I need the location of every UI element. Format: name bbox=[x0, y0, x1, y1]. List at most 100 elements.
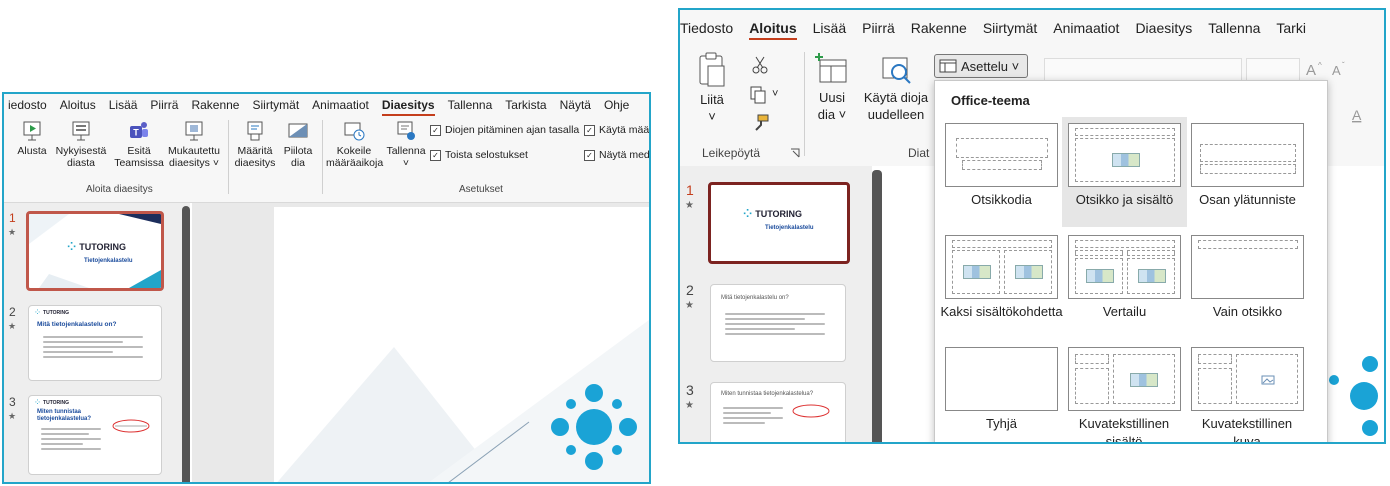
tab-siirtymat[interactable]: Siirtymät bbox=[252, 98, 299, 112]
tab-aloitus[interactable]: Aloitus bbox=[60, 98, 96, 112]
font-color-icon[interactable]: A bbox=[1348, 104, 1372, 128]
tab-piirra[interactable]: Piirrä bbox=[862, 20, 895, 36]
tab-aloitus[interactable]: Aloitus bbox=[749, 20, 798, 40]
present-teams-label-1: Esitä bbox=[127, 145, 151, 157]
from-beginning-button[interactable]: Alusta bbox=[12, 120, 52, 157]
format-painter-icon[interactable] bbox=[752, 114, 770, 132]
tab-rakenne[interactable]: Rakenne bbox=[191, 98, 239, 112]
slide-thumbnail-1[interactable]: ⁘ TUTORING Tietojenkalastelu bbox=[708, 182, 850, 264]
play-narrations-label: Toista selostukset bbox=[445, 149, 528, 161]
reuse-slides-button[interactable]: Käytä dioja uudelleen bbox=[858, 52, 934, 123]
tab-piirra[interactable]: Piirrä bbox=[150, 98, 178, 112]
layout-section-header[interactable]: Osan ylätunniste bbox=[1185, 117, 1310, 227]
slide-thumbnail-3[interactable]: ⁘ TUTORING Miten tunnistaa tietojenkalast… bbox=[28, 395, 162, 475]
slide-thumbnail-2[interactable]: Mitä tietojenkalastelu on? bbox=[710, 284, 846, 362]
layout-comparison[interactable]: Vertailu bbox=[1062, 229, 1187, 339]
tab-diaesitys[interactable]: Diaesitys bbox=[1135, 20, 1192, 36]
thumbnail-scrollbar[interactable] bbox=[182, 206, 190, 482]
slide-editing-area bbox=[192, 203, 649, 482]
layout-two-content[interactable]: Kaksi sisältökohdetta bbox=[939, 229, 1064, 339]
content-placeholder bbox=[1127, 258, 1175, 294]
paste-button[interactable]: Liitä ˅ bbox=[692, 52, 732, 125]
from-current-slide-button[interactable]: Nykyisestä diasta bbox=[54, 120, 108, 169]
copy-dropdown-icon[interactable]: ˅ bbox=[772, 88, 778, 100]
animation-star-icon: ★ bbox=[685, 300, 694, 311]
record-button[interactable]: Tallenna ˅ bbox=[384, 120, 428, 169]
layout-button[interactable]: Asettelu ˅ bbox=[934, 54, 1028, 78]
show-media-controls-checkbox[interactable]: ✓ Näytä med bbox=[584, 149, 649, 161]
tab-tallenna[interactable]: Tallenna bbox=[1208, 20, 1260, 36]
cut-icon[interactable] bbox=[752, 56, 768, 74]
keep-slides-updated-checkbox[interactable]: ✓ Diojen pitäminen ajan tasalla bbox=[430, 124, 579, 136]
animation-star-icon: ★ bbox=[8, 411, 17, 421]
play-narrations-checkbox[interactable]: ✓ Toista selostukset bbox=[430, 149, 528, 161]
custom-slideshow-button[interactable]: Mukautettu diaesitys ˅ bbox=[166, 120, 222, 169]
set-up-label-1: Määritä bbox=[237, 145, 273, 157]
slide-body-text bbox=[41, 428, 101, 453]
slide-thumbnail-pane: 1 ★ ⁘ TUTORING Tietojenkalastelu 2 ★ Mitä… bbox=[680, 166, 872, 442]
tab-diaesitys[interactable]: Diaesitys bbox=[381, 98, 435, 116]
tutoring-logo: ⁘ TUTORING bbox=[743, 207, 802, 220]
hide-slide-button[interactable]: Piilota dia bbox=[280, 120, 316, 169]
layout-blank[interactable]: Tyhjä bbox=[939, 341, 1064, 442]
slide-thumbnail-2[interactable]: ⁘ TUTORING Mitä tietojenkalastelu on? bbox=[28, 305, 162, 381]
tab-lisaa[interactable]: Lisää bbox=[813, 20, 846, 36]
tab-ohje[interactable]: Ohje bbox=[604, 98, 629, 112]
rehearse-timings-button[interactable]: Kokeile määräaikoja bbox=[326, 120, 383, 169]
caption-placeholder bbox=[1075, 368, 1109, 404]
new-slide-button[interactable]: Uusi dia ˅ bbox=[810, 52, 854, 123]
right-powerpoint-screenshot: Tiedosto Aloitus Lisää Piirrä Rakenne Si… bbox=[678, 8, 1386, 444]
layout-title-only[interactable]: Vain otsikko bbox=[1185, 229, 1310, 339]
layout-preview bbox=[1068, 123, 1181, 187]
ribbon-divider bbox=[804, 52, 805, 156]
tab-rakenne[interactable]: Rakenne bbox=[911, 20, 967, 36]
logo-dots-icon: ⁘ bbox=[35, 310, 41, 316]
dialog-launcher-icon[interactable] bbox=[790, 148, 800, 158]
layout-title-slide[interactable]: Otsikkodia bbox=[939, 117, 1064, 227]
title-placeholder bbox=[1075, 128, 1175, 136]
title-placeholder bbox=[1075, 240, 1175, 248]
copy-icon[interactable] bbox=[750, 86, 766, 104]
set-up-slideshow-button[interactable]: Määritä diaesitys bbox=[232, 120, 278, 169]
logo-dots-icon: ⁘ bbox=[67, 241, 77, 253]
title-placeholder bbox=[956, 138, 1048, 158]
logo-text: TUTORING bbox=[43, 399, 70, 406]
slide-canvas[interactable] bbox=[274, 207, 649, 482]
paste-dropdown-caret[interactable]: ˅ bbox=[708, 109, 716, 124]
layout-content-with-caption[interactable]: Kuvatekstillinen sisältö bbox=[1062, 341, 1187, 442]
subtitle-placeholder bbox=[962, 160, 1042, 170]
slide-title: Mitä tietojenkalastelu on? bbox=[37, 321, 117, 328]
slide-title: Miten tunnistaa tietojenkalastelua? bbox=[37, 409, 92, 422]
custom-show-label-2: diaesitys ˅ bbox=[169, 157, 219, 169]
tab-animaatiot[interactable]: Animaatiot bbox=[312, 98, 369, 112]
slide-thumbnail-1[interactable]: ⁘ TUTORING Tietojenkalastelu bbox=[26, 211, 164, 291]
tab-nayta[interactable]: Näytä bbox=[560, 98, 591, 112]
layout-picture-with-caption[interactable]: Kuvatekstillinen kuva bbox=[1185, 341, 1310, 442]
tab-tiedosto[interactable]: Tiedosto bbox=[680, 20, 733, 36]
tab-siirtymat[interactable]: Siirtymät bbox=[983, 20, 1037, 36]
slide-thumbnail-3[interactable]: Miten tunnistaa tietojenkalastelua? bbox=[710, 382, 846, 442]
tab-lisaa[interactable]: Lisää bbox=[109, 98, 138, 112]
present-in-teams-button[interactable]: T Esitä Teamsissa bbox=[114, 120, 164, 169]
decrease-font-size-icon[interactable]: Aˇ bbox=[1330, 58, 1352, 80]
thumbnail-scrollbar[interactable] bbox=[872, 170, 882, 442]
use-timings-checkbox[interactable]: ✓ Käytä määr bbox=[584, 124, 649, 136]
content-icons bbox=[1138, 269, 1166, 283]
tab-tallenna[interactable]: Tallenna bbox=[448, 98, 493, 112]
tab-tarkista[interactable]: Tarki bbox=[1276, 20, 1306, 36]
font-size-box[interactable] bbox=[1246, 58, 1300, 82]
rehearse-label-1: Kokeile bbox=[336, 145, 372, 157]
tab-animaatiot[interactable]: Animaatiot bbox=[1053, 20, 1119, 36]
increase-font-size-icon[interactable]: A ^ bbox=[1304, 58, 1328, 80]
record-label-1: Tallenna bbox=[386, 145, 426, 157]
font-name-box[interactable] bbox=[1044, 58, 1242, 82]
slide-number: 2 bbox=[686, 282, 694, 298]
slide-title: Tietojenkalastelu bbox=[765, 225, 814, 231]
tab-tiedosto[interactable]: iedosto bbox=[8, 98, 47, 112]
hide-slide-label-2: dia bbox=[290, 157, 305, 169]
slide-body-text bbox=[725, 313, 825, 338]
layout-title-and-content[interactable]: Otsikko ja sisältö bbox=[1062, 117, 1187, 227]
tab-tarkista[interactable]: Tarkista bbox=[505, 98, 546, 112]
tutoring-logo: ⁘ TUTORING bbox=[67, 240, 126, 253]
from-current-label-2: diasta bbox=[66, 157, 96, 169]
